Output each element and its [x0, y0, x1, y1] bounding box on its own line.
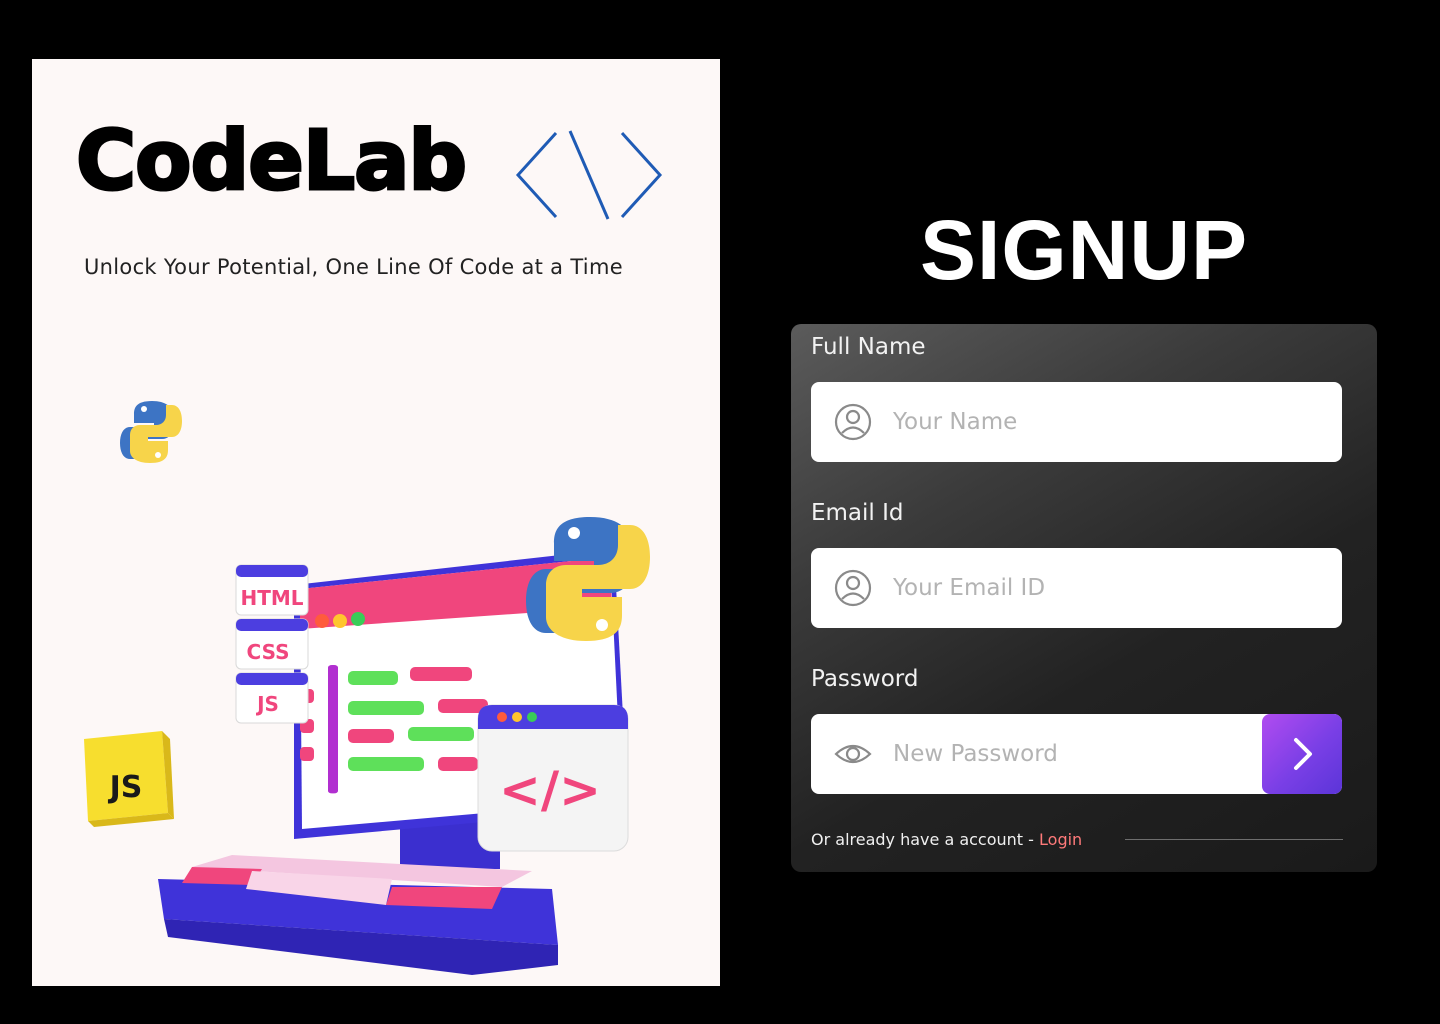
login-prompt: Or already have a account - Login [811, 830, 1082, 849]
full-name-field[interactable] [811, 382, 1342, 462]
js-badge-label: JS [255, 692, 279, 716]
js-badge: JS [235, 672, 309, 724]
chevron-right-icon [1294, 738, 1312, 770]
email-label: Email Id [811, 500, 904, 526]
js-cube: JS [84, 731, 174, 827]
eye-icon[interactable] [833, 734, 873, 774]
email-field[interactable] [811, 548, 1342, 628]
full-name-label: Full Name [811, 334, 926, 360]
html-badge-label: HTML [240, 586, 303, 610]
submit-button[interactable] [1262, 714, 1342, 794]
password-label: Password [811, 666, 919, 692]
signup-card: Full Name Email Id Password [791, 324, 1377, 872]
developer-illustration: HTML CSS JS </> JS [84, 401, 650, 975]
code-brackets-icon [515, 130, 663, 220]
css-badge: CSS [235, 618, 309, 670]
code-window-card: </> [477, 704, 629, 852]
full-name-input[interactable] [893, 402, 1253, 442]
brand-poster: CodeLab Unlock Your Potential, One Line … [32, 59, 720, 986]
password-field[interactable] [811, 714, 1342, 794]
brand-title: CodeLab [74, 114, 468, 209]
keyboard [158, 855, 558, 975]
python-logo-small [120, 401, 182, 463]
footer-divider [1125, 839, 1343, 840]
js-cube-label: JS [108, 770, 143, 805]
user-icon [834, 569, 872, 607]
login-prompt-text: Or already have a account - [811, 830, 1040, 849]
email-input[interactable] [893, 568, 1253, 608]
password-input[interactable] [893, 734, 1253, 774]
python-logo-large [526, 517, 650, 641]
html-badge: HTML [235, 564, 309, 616]
brand-tagline: Unlock Your Potential, One Line Of Code … [84, 255, 623, 279]
signup-heading: SIGNUP [919, 203, 1249, 297]
user-icon [834, 403, 872, 441]
signup-page: CodeLab Unlock Your Potential, One Line … [0, 0, 1440, 1024]
css-badge-label: CSS [247, 640, 290, 664]
code-window-glyph: </> [499, 761, 601, 819]
login-link[interactable]: Login [1039, 830, 1082, 849]
